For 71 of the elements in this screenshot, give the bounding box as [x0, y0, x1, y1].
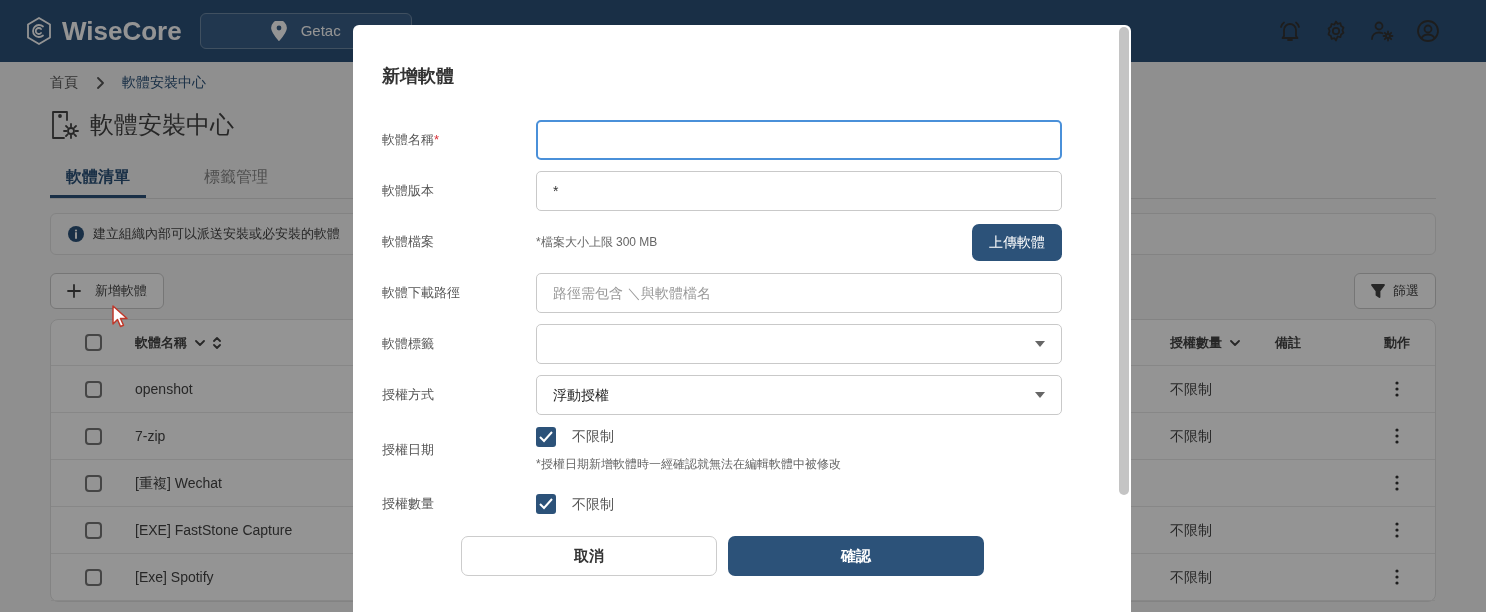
checkbox-label: 不限制: [572, 427, 614, 446]
more-options-icon[interactable]: [1395, 522, 1399, 538]
logo-text: WiseCore: [62, 14, 182, 48]
field-label: 授權方式: [382, 386, 435, 405]
more-options-icon[interactable]: [1395, 569, 1399, 585]
field-label: 軟體下載路徑: [382, 284, 461, 303]
logo-icon: [24, 16, 54, 46]
field-label: 軟體檔案: [382, 233, 435, 252]
filter-icon: [1371, 284, 1385, 298]
table-cell-text: 不限制: [1170, 379, 1212, 399]
dialog-title: 新增軟體: [382, 65, 455, 88]
software-settings-icon: [50, 110, 80, 140]
field-label: 軟體標籤: [382, 335, 435, 354]
row-checkbox[interactable]: [84, 427, 102, 445]
column-header[interactable]: 軟體名稱: [135, 332, 187, 353]
table-cell-text: [重複] Wechat: [135, 473, 222, 493]
select-all-checkbox[interactable]: [84, 334, 102, 351]
chevron-down-icon[interactable]: [1230, 339, 1240, 346]
field-label: 軟體版本: [382, 182, 435, 201]
input-field[interactable]: [536, 120, 1062, 160]
table-cell-text: [EXE] FastStone Capture: [135, 520, 293, 540]
input-field[interactable]: *: [536, 171, 1062, 211]
sort-icon[interactable]: [213, 335, 221, 350]
checkbox[interactable]: [536, 494, 556, 514]
more-options-icon[interactable]: [1395, 381, 1399, 397]
select-field[interactable]: [536, 324, 1062, 364]
add-software-button[interactable]: 新增軟體: [50, 273, 164, 309]
tab[interactable]: 標籤管理: [188, 159, 284, 198]
chevron-right-icon: [96, 76, 104, 89]
breadcrumb-current: 軟體安裝中心: [122, 73, 206, 92]
plus-icon: [67, 284, 81, 298]
tab[interactable]: 軟體清單: [50, 159, 146, 198]
table-cell-text: 7-zip: [135, 426, 166, 446]
field-label: 授權日期: [382, 440, 435, 459]
table-cell-text: [Exe] Spotify: [135, 567, 214, 587]
info-icon: [68, 226, 84, 242]
upload-hint: *檔案大小上限 300 MB: [536, 234, 658, 251]
table-cell-text: 不限制: [1170, 426, 1212, 446]
breadcrumb-link[interactable]: 首頁: [50, 72, 78, 93]
more-options-icon[interactable]: [1395, 475, 1399, 491]
row-checkbox[interactable]: [84, 474, 102, 492]
cancel-button[interactable]: 取消: [460, 536, 717, 576]
page-title: 軟體安裝中心: [90, 110, 234, 140]
table-cell-text: 不限制: [1170, 520, 1212, 540]
column-header: 備註: [1275, 333, 1301, 352]
map-pin-icon: [270, 21, 287, 41]
location-text: Getac: [300, 20, 341, 41]
chevron-down-icon[interactable]: [195, 339, 205, 346]
checkbox[interactable]: [536, 426, 556, 447]
confirm-button[interactable]: 確認: [727, 536, 984, 576]
date-hint: *授權日期新增軟體時一經確認就無法在編輯軟體中被修改: [536, 456, 842, 473]
scrollbar[interactable]: [1119, 27, 1129, 495]
filter-button[interactable]: 篩選: [1354, 273, 1436, 309]
path-input-field[interactable]: 路徑需包含 ＼與軟體檔名: [536, 273, 1062, 313]
field-label: 軟體名稱*: [382, 131, 441, 150]
caret-icon: [1035, 392, 1045, 398]
row-checkbox[interactable]: [84, 568, 102, 586]
info-text: 建立組織內部可以派送安裝或必安裝的軟體: [93, 225, 340, 244]
caret-icon: [1035, 341, 1045, 347]
more-options-icon[interactable]: [1395, 428, 1399, 444]
table-cell-text: openshot: [135, 379, 193, 399]
field-label: 授權數量: [382, 495, 435, 514]
select-field[interactable]: 浮動授權: [536, 375, 1062, 415]
checkbox-label: 不限制: [572, 494, 614, 514]
column-header: 動作: [1384, 333, 1410, 352]
row-checkbox[interactable]: [84, 380, 102, 398]
table-cell-text: 不限制: [1170, 567, 1212, 587]
row-checkbox[interactable]: [84, 521, 102, 539]
upload-button[interactable]: 上傳軟體: [972, 223, 1062, 261]
column-header[interactable]: 授權數量: [1170, 332, 1222, 353]
select-value: 浮動授權: [553, 385, 609, 405]
